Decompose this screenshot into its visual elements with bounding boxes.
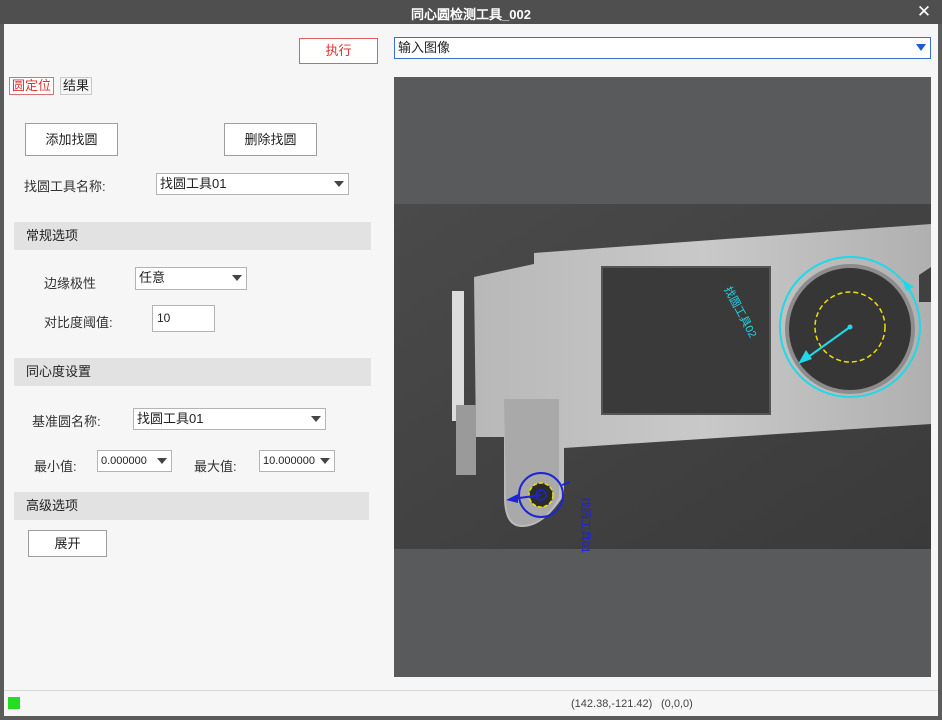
pixel-value: (0,0,0) <box>661 698 693 710</box>
chevron-down-icon <box>232 275 242 281</box>
left-tab <box>456 405 476 475</box>
contrast-threshold-input[interactable]: 10 <box>152 305 215 332</box>
camera-image: 找圆工具02 找圆工具01 <box>394 204 931 553</box>
dialog-body: 执行 圆定位 结果 添加找圆 删除找圆 找圆工具名称: 找圆工具01 常规选项 … <box>4 24 938 716</box>
min-value-label: 最小值: <box>34 459 77 474</box>
window-title: 同心圆检测工具_002 <box>411 7 531 22</box>
tab-result[interactable]: 结果 <box>60 77 93 95</box>
slot-edge <box>452 291 464 421</box>
tool-name-label: 找圆工具名称: <box>24 179 106 194</box>
tab-circle-locate[interactable]: 圆定位 <box>9 77 55 95</box>
delete-find-circle-button[interactable]: 删除找圆 <box>224 123 317 156</box>
contrast-threshold-label: 对比度阈值: <box>44 315 113 330</box>
tool-name-select[interactable]: 找圆工具01 <box>156 173 349 195</box>
min-value-spinner[interactable]: 0.000000 <box>97 450 172 472</box>
execute-button[interactable]: 执行 <box>299 38 378 64</box>
expand-button[interactable]: 展开 <box>28 530 107 557</box>
cursor-coordinates: (142.38,-121.42) <box>571 698 653 710</box>
reference-circle-value: 找圆工具01 <box>137 411 204 426</box>
advanced-options-header[interactable]: 高级选项 <box>14 492 369 520</box>
find-circle-01-label: 找圆工具01 <box>579 497 593 553</box>
close-icon[interactable]: ✕ <box>916 2 932 22</box>
general-options-header[interactable]: 常规选项 <box>14 222 371 250</box>
status-indicator-icon <box>8 697 20 709</box>
max-value: 10.000000 <box>263 455 315 467</box>
reference-circle-select[interactable]: 找圆工具01 <box>133 408 326 430</box>
title-bar: 同心圆检测工具_002 ✕ <box>0 0 942 24</box>
tool-name-value: 找圆工具01 <box>160 176 227 191</box>
max-value-spinner[interactable]: 10.000000 <box>259 450 335 472</box>
dark-window <box>601 266 771 415</box>
edge-polarity-select[interactable]: 任意 <box>135 267 247 290</box>
status-bar: (142.38,-121.42) (0,0,0) <box>4 690 938 716</box>
max-value-label: 最大值: <box>194 459 237 474</box>
edge-polarity-value: 任意 <box>139 270 166 285</box>
chevron-down-icon <box>916 44 926 51</box>
add-find-circle-button[interactable]: 添加找圆 <box>25 123 118 156</box>
image-source-select[interactable]: 输入图像 <box>394 37 931 59</box>
concentricity-settings-header[interactable]: 同心度设置 <box>14 358 371 386</box>
min-value: 0.000000 <box>101 455 147 467</box>
chevron-down-icon <box>320 458 330 464</box>
image-viewer[interactable]: 找圆工具02 找圆工具01 <box>394 77 931 677</box>
edge-polarity-label: 边缘极性 <box>44 276 97 291</box>
chevron-down-icon <box>334 181 344 187</box>
bent-tab <box>504 399 559 525</box>
image-source-value: 输入图像 <box>398 40 451 55</box>
chevron-down-icon <box>157 458 167 464</box>
reference-circle-label: 基准圆名称: <box>32 414 101 429</box>
chevron-down-icon <box>311 416 321 422</box>
